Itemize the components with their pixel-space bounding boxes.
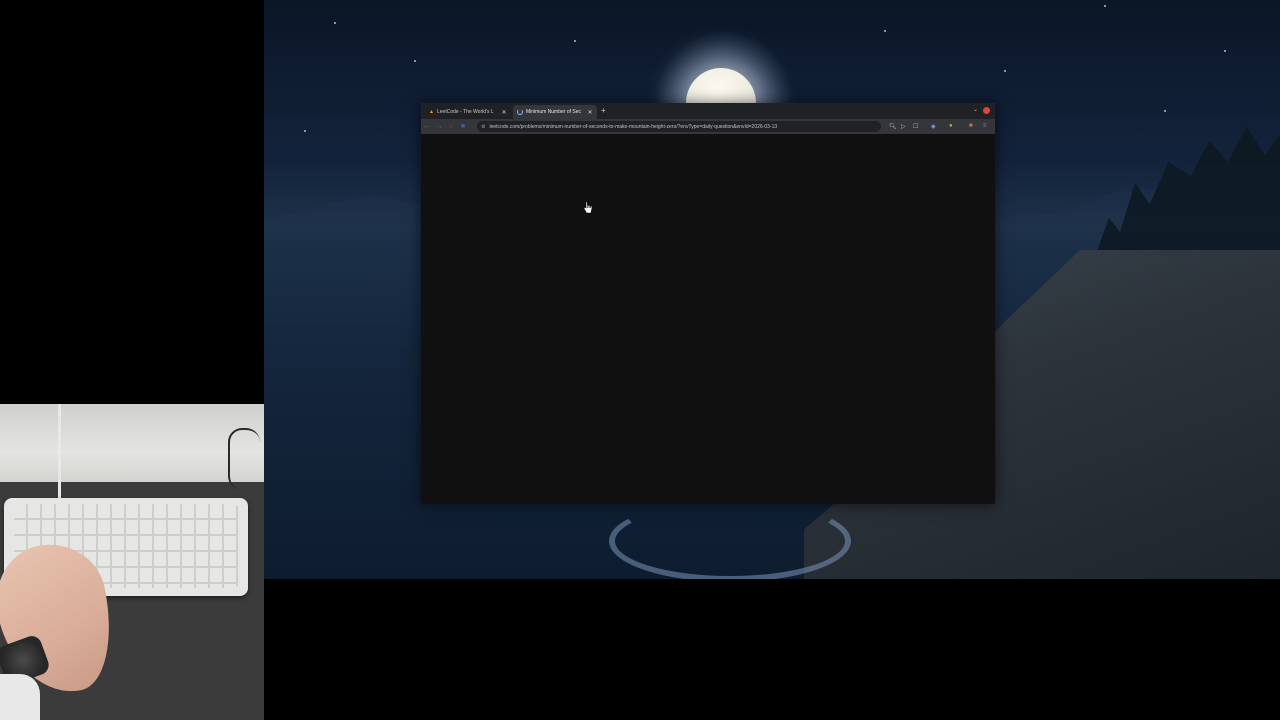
forward-icon[interactable]: → (433, 123, 445, 130)
close-icon[interactable]: ✕ (587, 109, 593, 116)
star (304, 130, 306, 132)
profile-icon[interactable]: ● (949, 123, 953, 129)
close-icon[interactable]: ✕ (501, 109, 507, 116)
address-bar-url: leetcode.com/problems/minimum-number-of-… (489, 123, 778, 130)
page-content-blank[interactable] (421, 134, 995, 504)
star (334, 22, 336, 24)
star (574, 40, 576, 42)
webcam-overlay (0, 404, 264, 720)
cursor-hand-icon (583, 202, 593, 214)
cast-icon[interactable]: ▷ (901, 123, 906, 130)
browser-window: ▲ LeetCode - The World's L ✕ Minimum Num… (421, 103, 995, 504)
chevron-down-icon[interactable]: ⌄ (973, 106, 978, 113)
tab-leetcode[interactable]: ▲ LeetCode - The World's L ✕ (425, 105, 511, 119)
address-bar[interactable]: ⚙ leetcode.com/problems/minimum-number-o… (477, 121, 881, 132)
leetcode-icon: ▲ (429, 109, 434, 115)
zoom-icon[interactable]: 🔍︎ (889, 123, 897, 130)
menu-icon[interactable]: ≡ (983, 123, 987, 129)
star (1224, 50, 1226, 52)
reload-icon[interactable]: ✕ (445, 123, 457, 131)
star (884, 30, 886, 32)
tab-strip: ▲ LeetCode - The World's L ✕ Minimum Num… (421, 103, 995, 119)
sleeve (0, 674, 40, 720)
back-icon[interactable]: ← (421, 123, 433, 130)
bookmark-icon[interactable]: ☐ (913, 123, 918, 130)
extension-icon[interactable]: ◆ (931, 123, 936, 130)
star (414, 60, 416, 62)
extension-icon[interactable]: ■ (969, 123, 973, 129)
webcam-wall (0, 404, 264, 484)
tab-minimum-number-of-seconds[interactable]: Minimum Number of Sec ✕ (513, 105, 597, 119)
star (1164, 110, 1166, 112)
home-icon[interactable]: ■ (457, 123, 469, 130)
star (1004, 70, 1006, 72)
tab-title: LeetCode - The World's L (437, 109, 494, 115)
site-info-icon[interactable]: ⚙ (481, 124, 485, 130)
tree-line (1094, 127, 1280, 260)
keyboard-cable (58, 404, 61, 500)
tab-title: Minimum Number of Sec (526, 109, 582, 115)
cable (228, 428, 260, 490)
loading-spinner-icon (517, 109, 523, 115)
new-tab-button[interactable]: + (601, 106, 606, 116)
window-close-button[interactable] (983, 107, 990, 114)
star (1104, 5, 1106, 7)
browser-toolbar: ← → ✕ ■ ⚙ leetcode.com/problems/minimum-… (421, 119, 995, 134)
wave-foam (609, 500, 851, 579)
